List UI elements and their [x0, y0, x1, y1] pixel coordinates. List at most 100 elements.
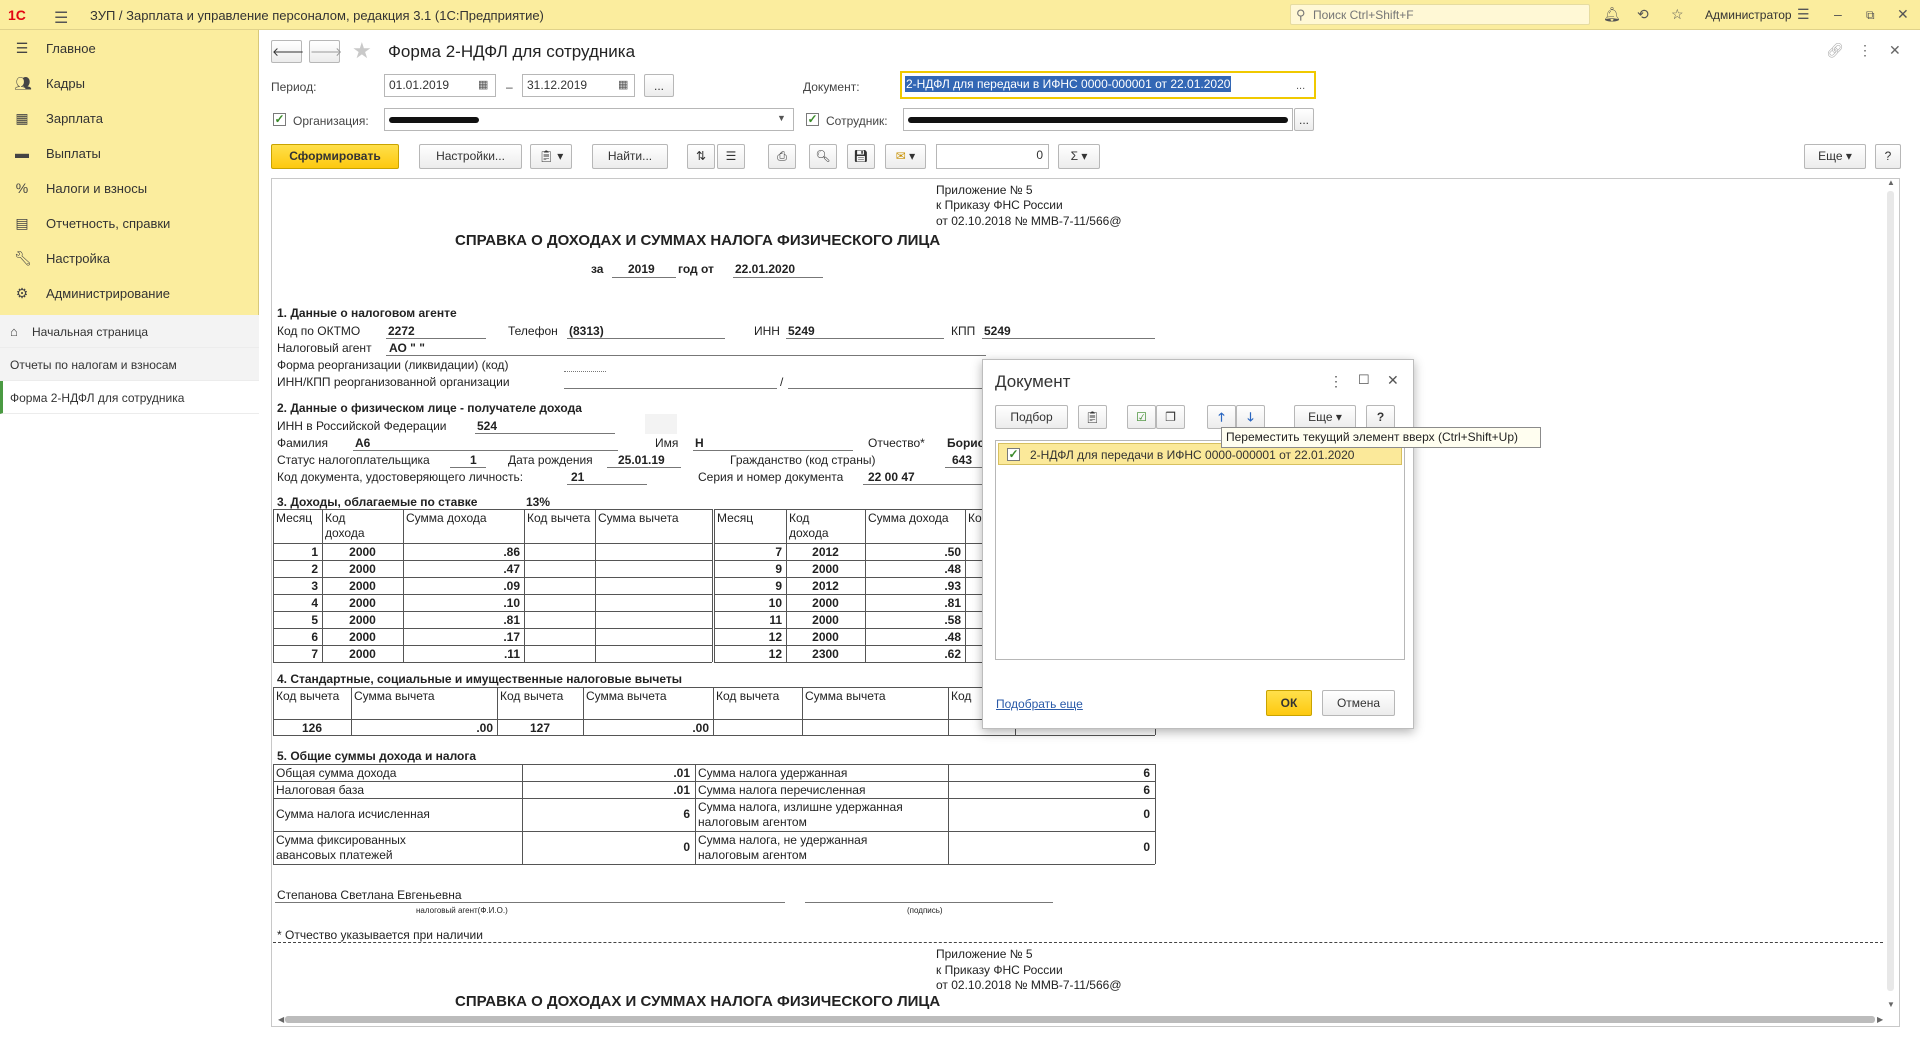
table-cell: 6	[311, 630, 318, 644]
employee-input[interactable]	[903, 108, 1293, 131]
more-button[interactable]: Еще ▾	[1804, 144, 1866, 169]
period-select-button[interactable]: ...	[644, 74, 674, 97]
more-vertical-icon[interactable]: ⋮	[1329, 373, 1343, 390]
vertical-scrollbar[interactable]	[1887, 191, 1894, 991]
totals-value: 6	[683, 807, 690, 821]
paste-icon[interactable]: 📋︎	[1078, 405, 1107, 429]
scroll-up-icon[interactable]: ▲	[1887, 178, 1895, 187]
page-break	[273, 942, 1883, 943]
employee-select-button[interactable]: ...	[1294, 108, 1314, 131]
uncheck-all-icon[interactable]: ❐	[1156, 405, 1185, 429]
organization-input[interactable]	[384, 108, 794, 131]
table-header: Код вычета	[527, 511, 591, 525]
table-header: Месяц	[717, 511, 754, 525]
totals-value: .01	[673, 766, 690, 780]
menu-lines-icon: ☰	[15, 40, 29, 56]
sidebar-item-salary[interactable]: ▦ Зарплата	[0, 101, 259, 136]
sort-icon[interactable]: ⇅	[687, 144, 715, 169]
table-cell: 5	[311, 613, 318, 627]
scroll-down-icon[interactable]: ▼	[1887, 1000, 1895, 1009]
sidebar-item-payments[interactable]: ▬ Выплаты	[0, 136, 259, 171]
table-cell: 2000	[349, 579, 376, 593]
save-icon[interactable]: 💾︎	[847, 144, 875, 169]
bell-icon[interactable]: 🔔︎	[1603, 6, 1621, 23]
sidebar-item-reports[interactable]: ▤ Отчетность, справки	[0, 206, 259, 241]
history-icon[interactable]: ⟲	[1637, 6, 1649, 23]
star-icon[interactable]: ☆	[1671, 6, 1684, 23]
preview-icon[interactable]: 🔍︎	[809, 144, 837, 169]
forward-button[interactable]: 🡒	[309, 40, 342, 63]
home-icon: ⌂	[10, 324, 18, 339]
doc-series-value: 22 00 47	[868, 470, 915, 484]
list-item-checkbox[interactable]: ✓	[1007, 448, 1020, 461]
link-icon[interactable]: 🔗︎	[1826, 42, 1844, 59]
sidebar-link-home[interactable]: ⌂ Начальная страница	[0, 315, 259, 348]
calendar-icon[interactable]: ▦	[478, 78, 488, 91]
period-label: Период:	[271, 80, 317, 94]
maximize-icon[interactable]: ☐	[1358, 372, 1370, 388]
table-rule	[273, 764, 1155, 765]
pick-button[interactable]: Подбор	[995, 405, 1068, 429]
chevron-down-icon[interactable]: ▼	[777, 113, 786, 123]
table-cell: 12	[768, 647, 782, 661]
table-cell: .81	[944, 596, 961, 610]
more-vertical-icon[interactable]: ⋮	[1858, 42, 1872, 59]
send-mail-button[interactable]: ✉ ▾	[885, 144, 926, 169]
print-icon[interactable]: ⎙	[768, 144, 796, 169]
totals-value: .01	[673, 783, 690, 797]
employee-checkbox[interactable]: ✓	[806, 113, 819, 126]
minimize-icon[interactable]: –	[1834, 6, 1842, 22]
generate-button[interactable]: Сформировать	[271, 144, 399, 169]
help-button[interactable]: ?	[1875, 144, 1901, 169]
check-all-icon[interactable]: ☑	[1127, 405, 1156, 429]
global-search[interactable]: ⚲	[1290, 4, 1590, 25]
dialog-more-button[interactable]: Еще ▾	[1294, 405, 1356, 429]
form-close-icon[interactable]: ✕	[1889, 42, 1901, 59]
scroll-left-icon[interactable]: ◀	[278, 1015, 284, 1024]
sidebar-item-settings[interactable]: 🔧︎ Настройка	[0, 241, 259, 276]
move-up-icon[interactable]: 🡑	[1207, 405, 1236, 429]
wallet-icon: ▬	[15, 145, 29, 161]
totals-label: авансовых платежей	[276, 848, 393, 862]
document-input[interactable]: 2-НДФЛ для передачи в ИФНС 0000-000001 о…	[900, 71, 1316, 99]
table-cell: 12	[768, 630, 782, 644]
people-icon: 👥︎	[14, 75, 32, 91]
table-rule	[273, 611, 712, 612]
pick-more-link[interactable]: Подобрать еще	[996, 697, 1083, 711]
table-cell: 10	[768, 596, 782, 610]
maximize-icon[interactable]: ⧉	[1866, 8, 1875, 23]
sidebar-item-hr[interactable]: 👥︎ Кадры	[0, 66, 259, 101]
move-down-icon[interactable]: 🡓	[1236, 405, 1265, 429]
sidebar-item-admin[interactable]: ⚙ Администрирование	[0, 276, 259, 311]
close-icon[interactable]: ✕	[1387, 372, 1399, 389]
outline-icon[interactable]: ☰	[717, 144, 745, 169]
organization-checkbox[interactable]: ✓	[273, 113, 286, 126]
ok-button[interactable]: ОК	[1266, 690, 1312, 716]
back-button[interactable]: 🡐	[271, 40, 304, 63]
scroll-right-icon[interactable]: ▶	[1877, 1015, 1883, 1024]
settings-menu-icon[interactable]: ☰	[1797, 6, 1810, 23]
sidebar-item-taxes[interactable]: % Налоги и взносы	[0, 171, 259, 206]
sidebar-link-tax-reports[interactable]: Отчеты по налогам и взносам	[0, 348, 259, 381]
sidebar-item-main[interactable]: ☰ Главное	[0, 31, 259, 66]
cancel-button[interactable]: Отмена	[1322, 690, 1395, 716]
horizontal-scrollbar[interactable]	[285, 1016, 1875, 1023]
main-menu-icon[interactable]: ☰	[54, 8, 68, 28]
document-list: ✓ 2-НДФЛ для передачи в ИФНС 0000-000001…	[995, 440, 1405, 660]
favorite-star-icon[interactable]: ★	[352, 38, 372, 64]
signature-caption: (подпись)	[907, 906, 943, 915]
sidebar-link-2ndfl-form[interactable]: Форма 2-НДФЛ для сотрудника	[0, 381, 259, 414]
name-label: Имя	[655, 436, 679, 450]
empty-cell	[645, 414, 677, 434]
close-icon[interactable]: ✕	[1897, 6, 1909, 23]
document-select-icon[interactable]: ...	[1296, 80, 1305, 92]
dialog-help-button[interactable]: ?	[1366, 405, 1395, 429]
settings-button[interactable]: Настройки...	[419, 144, 522, 169]
user-name[interactable]: Администратор	[1705, 8, 1792, 22]
table-rule	[273, 864, 1155, 865]
find-button[interactable]: Найти...	[592, 144, 668, 169]
sum-mode-button[interactable]: Σ ▾	[1058, 144, 1100, 169]
calendar-icon[interactable]: ▦	[618, 78, 628, 91]
search-input[interactable]	[1313, 7, 1583, 22]
variants-button[interactable]: 📋︎ ▾	[530, 144, 572, 169]
